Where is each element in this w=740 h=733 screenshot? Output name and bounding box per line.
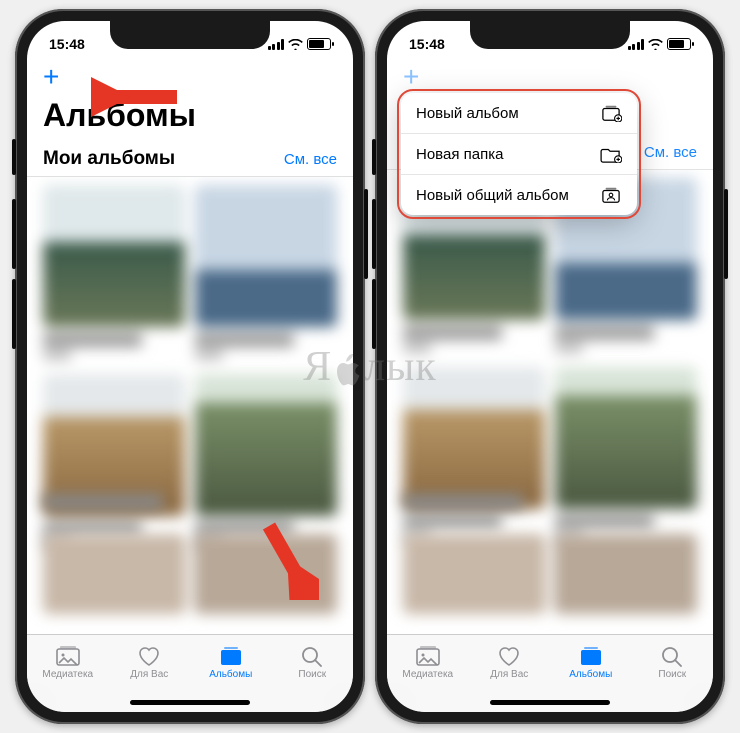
- album-thumb[interactable]: [195, 185, 337, 360]
- menu-new-folder[interactable]: Новая папка: [401, 134, 637, 175]
- menu-new-shared-album[interactable]: Новый общий альбом: [401, 175, 637, 215]
- tab-library[interactable]: Медиатека: [387, 635, 469, 690]
- tab-search[interactable]: Поиск: [272, 635, 354, 690]
- new-album-icon: [600, 104, 622, 122]
- library-icon: [55, 645, 81, 667]
- home-indicator[interactable]: [490, 700, 610, 705]
- see-all-link[interactable]: См. все: [284, 151, 337, 168]
- cellular-icon: [268, 39, 285, 50]
- album-thumb[interactable]: [43, 185, 185, 360]
- home-indicator[interactable]: [130, 700, 250, 705]
- battery-icon: [667, 38, 691, 50]
- new-shared-album-icon: [600, 186, 622, 204]
- search-icon: [299, 645, 325, 667]
- albums-icon: [578, 645, 604, 667]
- tab-albums[interactable]: Альбомы: [190, 635, 272, 690]
- menu-new-album[interactable]: Новый альбом: [401, 93, 637, 134]
- tab-search[interactable]: Поиск: [632, 635, 714, 690]
- add-menu-popup: Новый альбом Новая папка Новый общий аль…: [401, 93, 637, 215]
- see-all-link[interactable]: См. все: [644, 144, 697, 161]
- albums-icon: [218, 645, 244, 667]
- section-title: Мои альбомы: [43, 148, 175, 170]
- new-folder-icon: [600, 145, 622, 163]
- status-time: 15:48: [409, 36, 445, 52]
- status-time: 15:48: [49, 36, 85, 52]
- add-button[interactable]: +: [403, 59, 419, 95]
- tab-foryou[interactable]: Для Вас: [109, 635, 191, 690]
- phone-left: 15:48 + Альбомы Мои альбомы См. все: [15, 9, 365, 724]
- phone-right: 15:48 + . См. все: [375, 9, 725, 724]
- tab-albums[interactable]: Альбомы: [550, 635, 632, 690]
- battery-icon: [307, 38, 331, 50]
- notch: [110, 21, 270, 49]
- annotation-arrow-icon: [259, 520, 319, 600]
- albums-content[interactable]: [387, 170, 713, 634]
- cellular-icon: [628, 39, 645, 50]
- add-button[interactable]: +: [43, 59, 59, 95]
- search-icon: [659, 645, 685, 667]
- notch: [470, 21, 630, 49]
- wifi-icon: [648, 39, 663, 50]
- annotation-arrow-icon: [91, 77, 181, 117]
- library-icon: [415, 645, 441, 667]
- foryou-icon: [136, 645, 162, 667]
- tab-library[interactable]: Медиатека: [27, 635, 109, 690]
- wifi-icon: [288, 39, 303, 50]
- page-title: Альбомы: [43, 95, 337, 140]
- tab-foryou[interactable]: Для Вас: [469, 635, 551, 690]
- foryou-icon: [496, 645, 522, 667]
